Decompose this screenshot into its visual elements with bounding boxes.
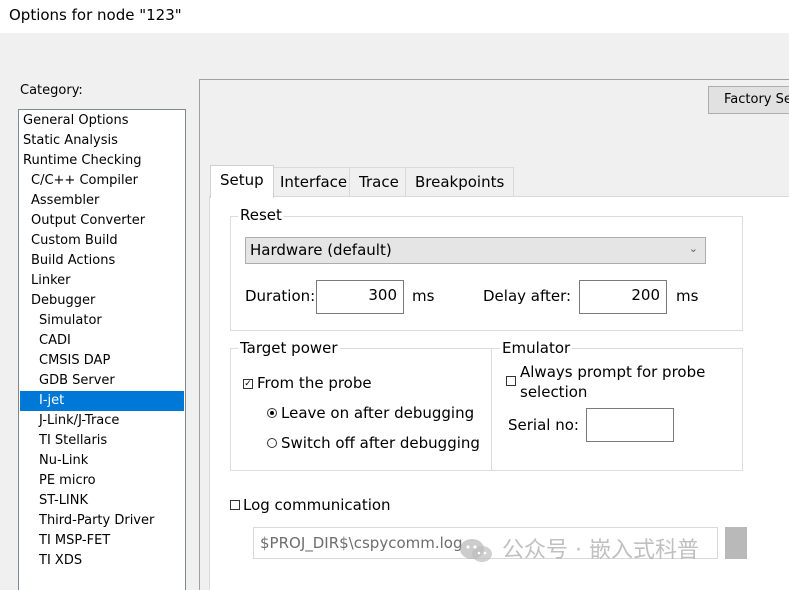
category-item[interactable]: GDB Server: [20, 371, 115, 391]
category-item[interactable]: Debugger: [20, 291, 95, 311]
category-item[interactable]: J-Link/J-Trace: [20, 411, 119, 431]
target-power-title: Target power: [238, 339, 340, 357]
delay-after-input[interactable]: 200: [579, 280, 667, 314]
watermark: 公众号 · 嵌入式科普: [458, 532, 699, 565]
log-communication-label: Log communication: [243, 496, 391, 514]
reset-group-title: Reset: [238, 206, 284, 224]
from-probe-label: From the probe: [257, 374, 372, 392]
duration-unit: ms: [412, 287, 435, 305]
category-item[interactable]: TI MSP-FET: [20, 531, 110, 551]
reset-mode-select[interactable]: Hardware (default) ⌄: [245, 237, 706, 264]
category-item[interactable]: Static Analysis: [20, 131, 118, 151]
title-bar: Options for node "123": [0, 0, 789, 33]
serial-no-label: Serial no:: [508, 416, 579, 434]
delay-after-label: Delay after:: [483, 287, 572, 305]
switch-off-radio[interactable]: [267, 438, 277, 448]
duration-label: Duration:: [245, 287, 316, 305]
tab-setup[interactable]: Setup: [210, 165, 274, 198]
log-communication-checkbox[interactable]: [230, 500, 240, 510]
category-label: Category:: [20, 83, 83, 98]
from-probe-checkbox[interactable]: ✓: [243, 379, 253, 389]
always-prompt-checkbox[interactable]: [506, 376, 516, 386]
emulator-title: Emulator: [500, 339, 573, 357]
category-item[interactable]: C/C++ Compiler: [20, 171, 138, 191]
leave-on-label: Leave on after debugging: [281, 404, 475, 422]
reset-mode-value: Hardware (default): [250, 241, 392, 259]
always-prompt-label-line2: selection: [520, 383, 588, 401]
category-item[interactable]: CADI: [20, 331, 71, 351]
leave-on-radio[interactable]: [267, 408, 277, 418]
category-item[interactable]: Runtime Checking: [20, 151, 142, 171]
category-item[interactable]: I-jet: [20, 391, 184, 411]
category-item[interactable]: General Options: [20, 111, 129, 131]
category-item[interactable]: ST-LINK: [20, 491, 88, 511]
duration-input[interactable]: 300: [316, 280, 404, 314]
tab-breakpoints[interactable]: Breakpoints: [405, 167, 515, 197]
tab-trace[interactable]: Trace: [349, 167, 409, 197]
window-title: Options for node "123": [9, 6, 182, 24]
delay-after-unit: ms: [676, 287, 699, 305]
serial-no-input[interactable]: [586, 408, 674, 442]
category-item[interactable]: PE micro: [20, 471, 96, 491]
factory-settings-button[interactable]: Factory Se: [708, 86, 789, 114]
tab-interface[interactable]: Interface: [270, 167, 358, 197]
category-item[interactable]: Third-Party Driver: [20, 511, 154, 531]
category-item[interactable]: Linker: [20, 271, 71, 291]
category-item[interactable]: TI Stellaris: [20, 431, 107, 451]
chevron-down-icon: ⌄: [688, 242, 698, 255]
watermark-text: 公众号 · 嵌入式科普: [502, 538, 699, 563]
wechat-icon: [460, 539, 492, 562]
category-item[interactable]: Nu-Link: [20, 451, 88, 471]
category-item[interactable]: Simulator: [20, 311, 102, 331]
category-item[interactable]: TI XDS: [20, 551, 82, 571]
category-item[interactable]: CMSIS DAP: [20, 351, 110, 371]
category-item[interactable]: Output Converter: [20, 211, 145, 231]
category-item[interactable]: Assembler: [20, 191, 99, 211]
always-prompt-label-line1: Always prompt for probe: [520, 363, 706, 381]
browse-button[interactable]: [725, 527, 747, 559]
category-list[interactable]: General Options Static Analysis Runtime Ch…: [18, 109, 186, 590]
category-item[interactable]: Build Actions: [20, 251, 115, 271]
switch-off-label: Switch off after debugging: [281, 434, 480, 452]
category-item[interactable]: Custom Build: [20, 231, 118, 251]
